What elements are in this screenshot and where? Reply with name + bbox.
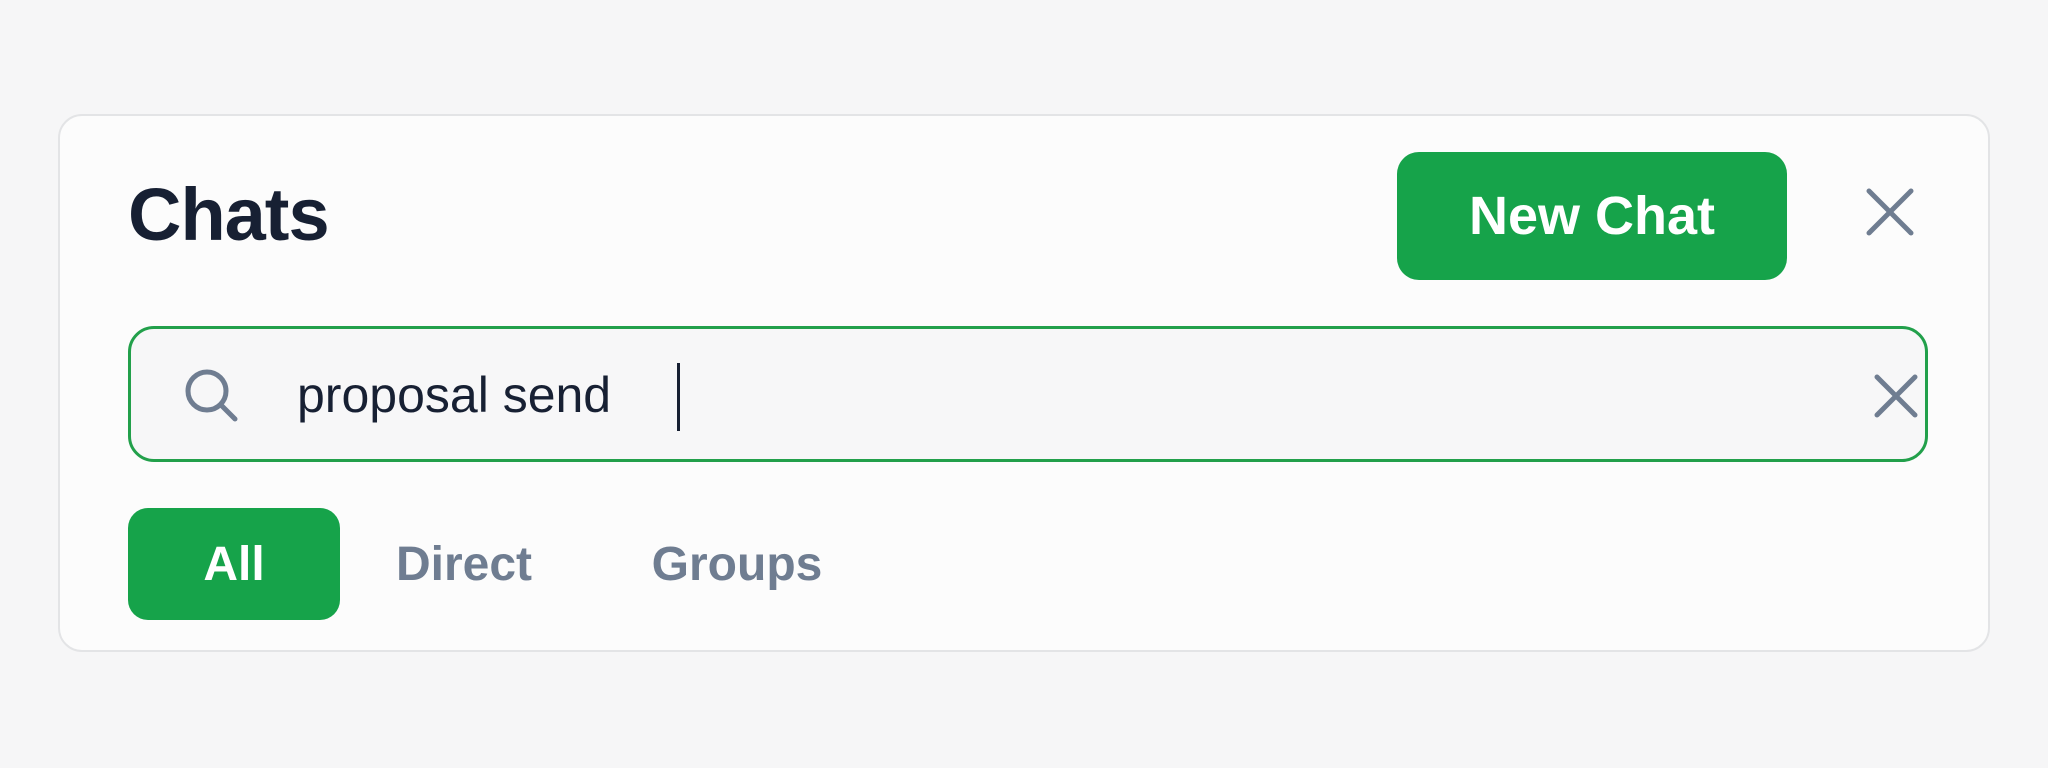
clear-icon	[1874, 374, 1918, 418]
search-box	[128, 326, 1928, 462]
tab-direct[interactable]: Direct	[364, 508, 564, 620]
text-caret	[677, 363, 680, 431]
search-icon	[185, 369, 238, 422]
chats-panel: Chats New Chat All Direct Groups	[58, 114, 1990, 652]
clear-search-button[interactable]	[1867, 367, 1925, 425]
new-chat-button[interactable]: New Chat	[1397, 152, 1787, 280]
search-input[interactable]	[297, 359, 1697, 431]
tab-all[interactable]: All	[128, 508, 340, 620]
page-title: Chats	[128, 173, 330, 256]
tab-groups[interactable]: Groups	[622, 508, 852, 620]
close-button[interactable]	[1856, 178, 1924, 246]
close-icon	[1866, 188, 1914, 236]
